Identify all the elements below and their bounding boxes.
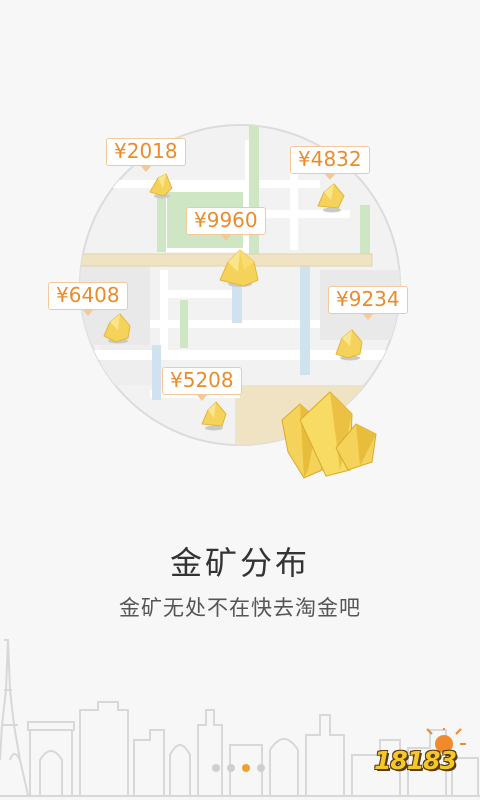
watermark-logo: 18183 xyxy=(370,728,476,788)
price-tag[interactable]: ¥4832 xyxy=(290,146,370,180)
page-dot[interactable] xyxy=(257,764,265,772)
price-tag[interactable]: ¥5208 xyxy=(162,367,242,401)
page-dot[interactable] xyxy=(227,764,235,772)
price-tag[interactable]: ¥9234 xyxy=(328,286,408,320)
page-subtitle: 金矿无处不在快去淘金吧 xyxy=(119,596,361,620)
price-tag[interactable]: ¥6408 xyxy=(48,282,128,316)
page-dot-active[interactable] xyxy=(242,764,250,772)
gold-map-illustration: ¥2018 ¥4832 ¥9960 ¥6408 ¥9234 ¥5208 xyxy=(0,0,480,520)
price-tag[interactable]: ¥2018 xyxy=(106,138,186,172)
watermark-text: 18183 xyxy=(374,746,457,775)
map-graphic xyxy=(79,124,401,479)
page-dot[interactable] xyxy=(212,764,220,772)
price-tag[interactable]: ¥9960 xyxy=(186,207,266,241)
page-title: 金矿分布 xyxy=(169,544,310,582)
